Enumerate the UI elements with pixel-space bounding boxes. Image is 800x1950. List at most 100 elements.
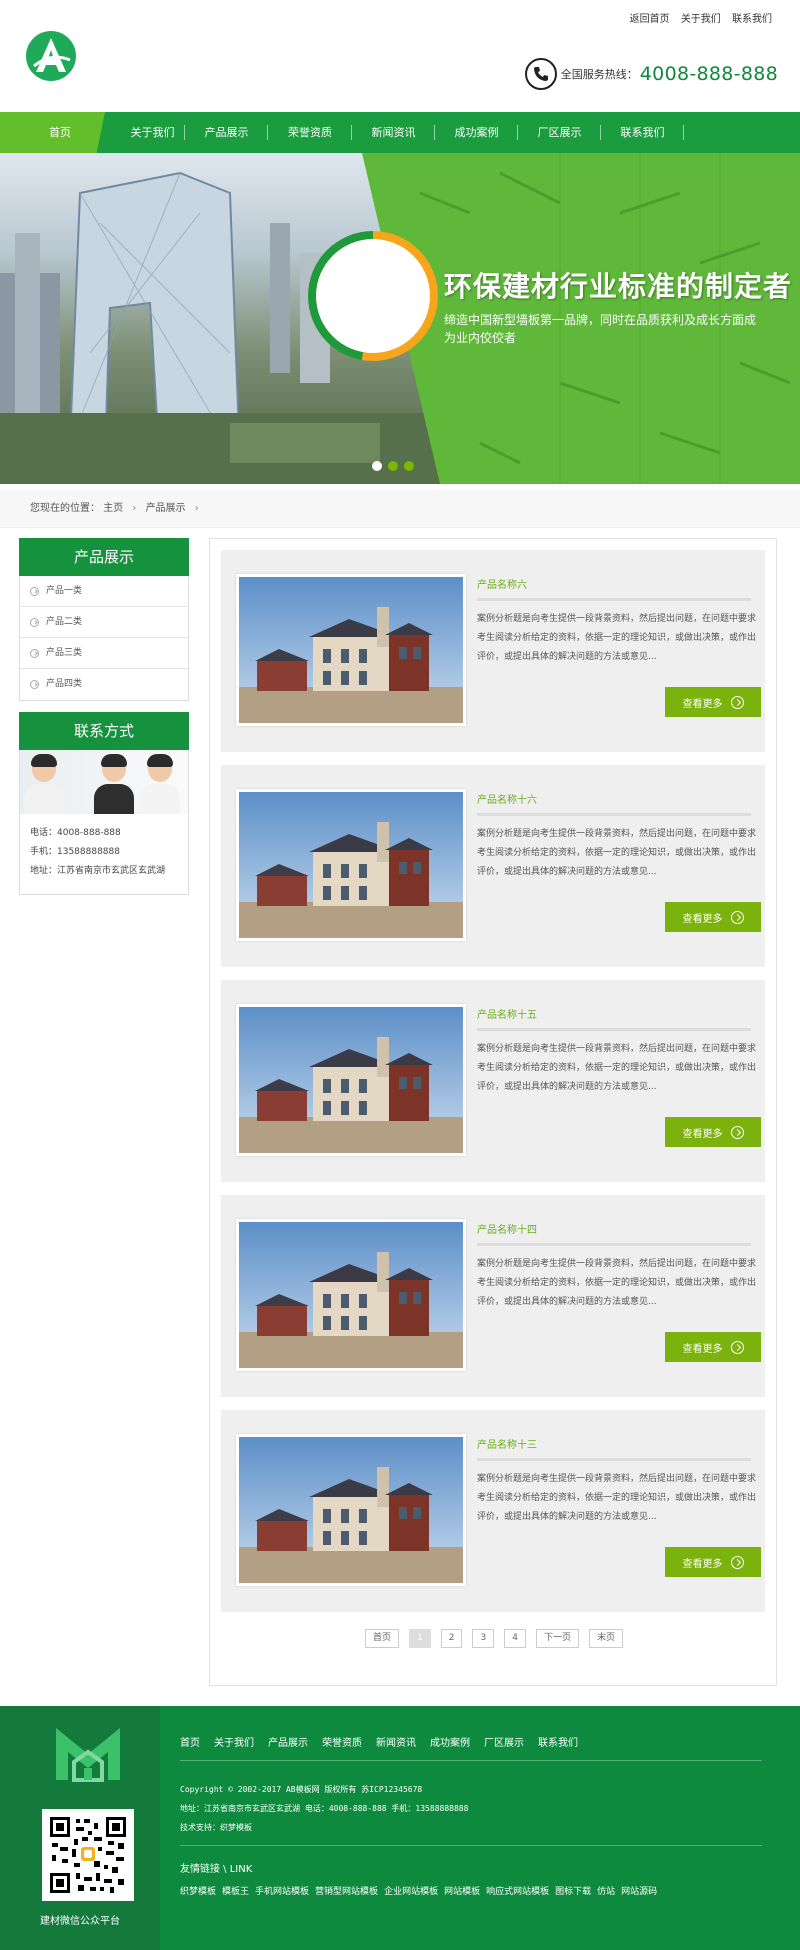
page-first[interactable]: 首页 bbox=[365, 1629, 400, 1648]
page-next[interactable]: 下一页 bbox=[535, 1629, 579, 1648]
nav-item-about[interactable]: 关于我们 bbox=[120, 112, 185, 153]
nav-item-news[interactable]: 新闻资讯 bbox=[352, 112, 435, 153]
product-card: 产品名称十三 案例分析题是向考生提供一段背景资料，然后提出问题，在问题中要求考生… bbox=[221, 1410, 765, 1612]
top-link-about[interactable]: 关于我们 bbox=[681, 14, 721, 25]
view-more-button[interactable]: 查看更多 bbox=[665, 1332, 761, 1362]
product-card: 产品名称十四 案例分析题是向考生提供一段背景资料，然后提出问题，在问题中要求考生… bbox=[221, 1195, 765, 1397]
sidebar-category-3[interactable]: 产品三类 bbox=[20, 638, 188, 669]
product-title[interactable]: 产品名称十四 bbox=[477, 1221, 537, 1236]
friendly-link[interactable]: 企业网站模板 bbox=[384, 1884, 438, 1897]
divider bbox=[477, 1028, 751, 1031]
footer-divider bbox=[180, 1845, 762, 1846]
product-image[interactable] bbox=[236, 789, 466, 941]
footer-nav-home[interactable]: 首页 bbox=[180, 1734, 200, 1749]
view-more-label: 查看更多 bbox=[682, 913, 723, 925]
sidebar-category-label: 产品二类 bbox=[46, 616, 83, 627]
footer-tech-support: 技术支持：织梦模板 bbox=[180, 1823, 252, 1832]
divider bbox=[477, 1243, 751, 1246]
contact-phone: 电话：4008-888-888 bbox=[30, 828, 121, 838]
top-link-contact[interactable]: 联系我们 bbox=[732, 14, 772, 25]
friendly-link[interactable]: 响应式网站模板 bbox=[486, 1884, 549, 1897]
breadcrumb-products[interactable]: 产品展示 bbox=[146, 503, 186, 514]
product-image[interactable] bbox=[236, 1219, 466, 1371]
nav-item-cases[interactable]: 成功案例 bbox=[435, 112, 518, 153]
nav-item-factory[interactable]: 厂区展示 bbox=[518, 112, 601, 153]
product-title[interactable]: 产品名称十五 bbox=[477, 1006, 537, 1021]
view-more-label: 查看更多 bbox=[682, 1558, 723, 1570]
footer-nav-products[interactable]: 产品展示 bbox=[268, 1734, 308, 1749]
page-1[interactable]: 1 bbox=[409, 1629, 431, 1648]
friendly-link[interactable]: 图标下载 bbox=[555, 1884, 591, 1897]
footer-nav-honors[interactable]: 荣誉资质 bbox=[322, 1734, 362, 1749]
product-title[interactable]: 产品名称六 bbox=[477, 576, 527, 591]
view-more-label: 查看更多 bbox=[682, 1128, 723, 1140]
view-more-button[interactable]: 查看更多 bbox=[665, 687, 761, 717]
product-card: 产品名称六 案例分析题是向考生提供一段背景资料，然后提出问题，在问题中要求考生阅… bbox=[221, 550, 765, 752]
page-4[interactable]: 4 bbox=[504, 1629, 526, 1648]
circle-chevron-right-icon bbox=[730, 1125, 744, 1139]
product-image[interactable] bbox=[236, 1434, 466, 1586]
view-more-button[interactable]: 查看更多 bbox=[665, 1117, 761, 1147]
friendly-link[interactable]: 营销型网站模板 bbox=[315, 1884, 378, 1897]
header: 返回首页 关于我们 联系我们 全国服务热线： 4008-888-888 bbox=[0, 0, 800, 112]
friendly-link[interactable]: 手机网站模板 bbox=[255, 1884, 309, 1897]
view-more-label: 查看更多 bbox=[682, 1343, 723, 1355]
product-description: 案例分析题是向考生提供一段背景资料，然后提出问题，在问题中要求考生阅读分析给定的… bbox=[477, 1044, 757, 1092]
product-image[interactable] bbox=[236, 1004, 466, 1156]
contact-mobile: 手机：13588888888 bbox=[30, 847, 120, 857]
friendly-link[interactable]: 仿站 bbox=[597, 1884, 615, 1897]
footer-logo[interactable] bbox=[52, 1724, 124, 1782]
page-2[interactable]: 2 bbox=[440, 1629, 463, 1648]
footer-nav-about[interactable]: 关于我们 bbox=[214, 1734, 254, 1749]
banner-dot-3[interactable] bbox=[404, 461, 414, 471]
footer: 建材微信公众平台 首页 关于我们 产品展示 荣誉资质 新闻资讯 成功案例 厂区展… bbox=[0, 1706, 800, 1950]
divider bbox=[477, 598, 751, 601]
sidebar-category-1[interactable]: 产品一类 bbox=[20, 576, 188, 607]
top-link-home[interactable]: 返回首页 bbox=[630, 14, 670, 25]
product-title[interactable]: 产品名称十三 bbox=[477, 1436, 537, 1451]
footer-nav-factory[interactable]: 厂区展示 bbox=[484, 1734, 524, 1749]
nav-item-honors[interactable]: 荣誉资质 bbox=[268, 112, 352, 153]
qr-caption: 建材微信公众平台 bbox=[40, 1916, 120, 1927]
product-description: 案例分析题是向考生提供一段背景资料，然后提出问题，在问题中要求考生阅读分析给定的… bbox=[477, 614, 757, 662]
nav-item-contact[interactable]: 联系我们 bbox=[601, 112, 684, 153]
nav-item-products[interactable]: 产品展示 bbox=[185, 112, 268, 153]
view-more-button[interactable]: 查看更多 bbox=[665, 1547, 761, 1577]
banner-dot-1[interactable] bbox=[372, 461, 382, 471]
friendly-links-title: 友情链接 \ LINK bbox=[180, 1864, 253, 1875]
site-logo[interactable] bbox=[24, 30, 78, 82]
banner-dot-2[interactable] bbox=[388, 461, 398, 471]
friendly-link[interactable]: 网站源码 bbox=[621, 1884, 657, 1897]
breadcrumb-home[interactable]: 主页 bbox=[103, 503, 123, 514]
pagination: 首页 1 2 3 4 下一页 末页 bbox=[210, 1629, 778, 1648]
page-last[interactable]: 末页 bbox=[588, 1629, 623, 1648]
friendly-link[interactable]: 织梦模板 bbox=[180, 1884, 216, 1897]
nav-item-home[interactable]: 首页 bbox=[0, 112, 120, 153]
footer-nav-news[interactable]: 新闻资讯 bbox=[376, 1734, 416, 1749]
footer-nav-contact[interactable]: 联系我们 bbox=[538, 1734, 578, 1749]
sidebar-products-title: 产品展示 bbox=[19, 538, 189, 576]
circle-chevron-right-icon bbox=[30, 648, 39, 658]
banner-subtitle: 缔造中国新型墙板第一品牌，同时在品质获利及成长方面成为业内佼佼者 bbox=[444, 313, 757, 345]
sidebar-category-label: 产品三类 bbox=[46, 647, 83, 658]
friendly-link[interactable]: 网站模板 bbox=[444, 1884, 480, 1897]
page-3[interactable]: 3 bbox=[472, 1629, 495, 1648]
view-more-button[interactable]: 查看更多 bbox=[665, 902, 761, 932]
footer-nav-cases[interactable]: 成功案例 bbox=[430, 1734, 470, 1749]
product-title[interactable]: 产品名称十六 bbox=[477, 791, 537, 806]
sidebar-category-label: 产品一类 bbox=[46, 585, 83, 596]
friendly-links: 织梦模板 模板王 手机网站模板 营销型网站模板 企业网站模板 网站模板 响应式网… bbox=[180, 1884, 663, 1897]
product-image[interactable] bbox=[236, 574, 466, 726]
main-nav: 首页 关于我们 产品展示 荣誉资质 新闻资讯 成功案例 厂区展示 联系我们 bbox=[0, 112, 800, 153]
hero-banner[interactable]: 环保建材行业标准的制定者 缔造中国新型墙板第一品牌，同时在品质获利及成长方面成为… bbox=[0, 153, 800, 484]
sidebar-category-2[interactable]: 产品二类 bbox=[20, 607, 188, 638]
footer-divider bbox=[180, 1760, 762, 1761]
top-links: 返回首页 关于我们 联系我们 bbox=[622, 10, 772, 25]
sidebar-category-4[interactable]: 产品四类 bbox=[20, 669, 188, 700]
banner-title: 环保建材行业标准的制定者 bbox=[444, 270, 793, 303]
sidebar-contact: 联系方式 电话：4008-888-888 手机：13588888888 地址：江… bbox=[19, 712, 189, 895]
friendly-link[interactable]: 模板王 bbox=[222, 1884, 249, 1897]
sidebar-contact-title: 联系方式 bbox=[19, 712, 189, 750]
product-list: 产品名称六 案例分析题是向考生提供一段背景资料，然后提出问题，在问题中要求考生阅… bbox=[209, 538, 777, 1686]
circle-chevron-right-icon bbox=[30, 617, 39, 627]
